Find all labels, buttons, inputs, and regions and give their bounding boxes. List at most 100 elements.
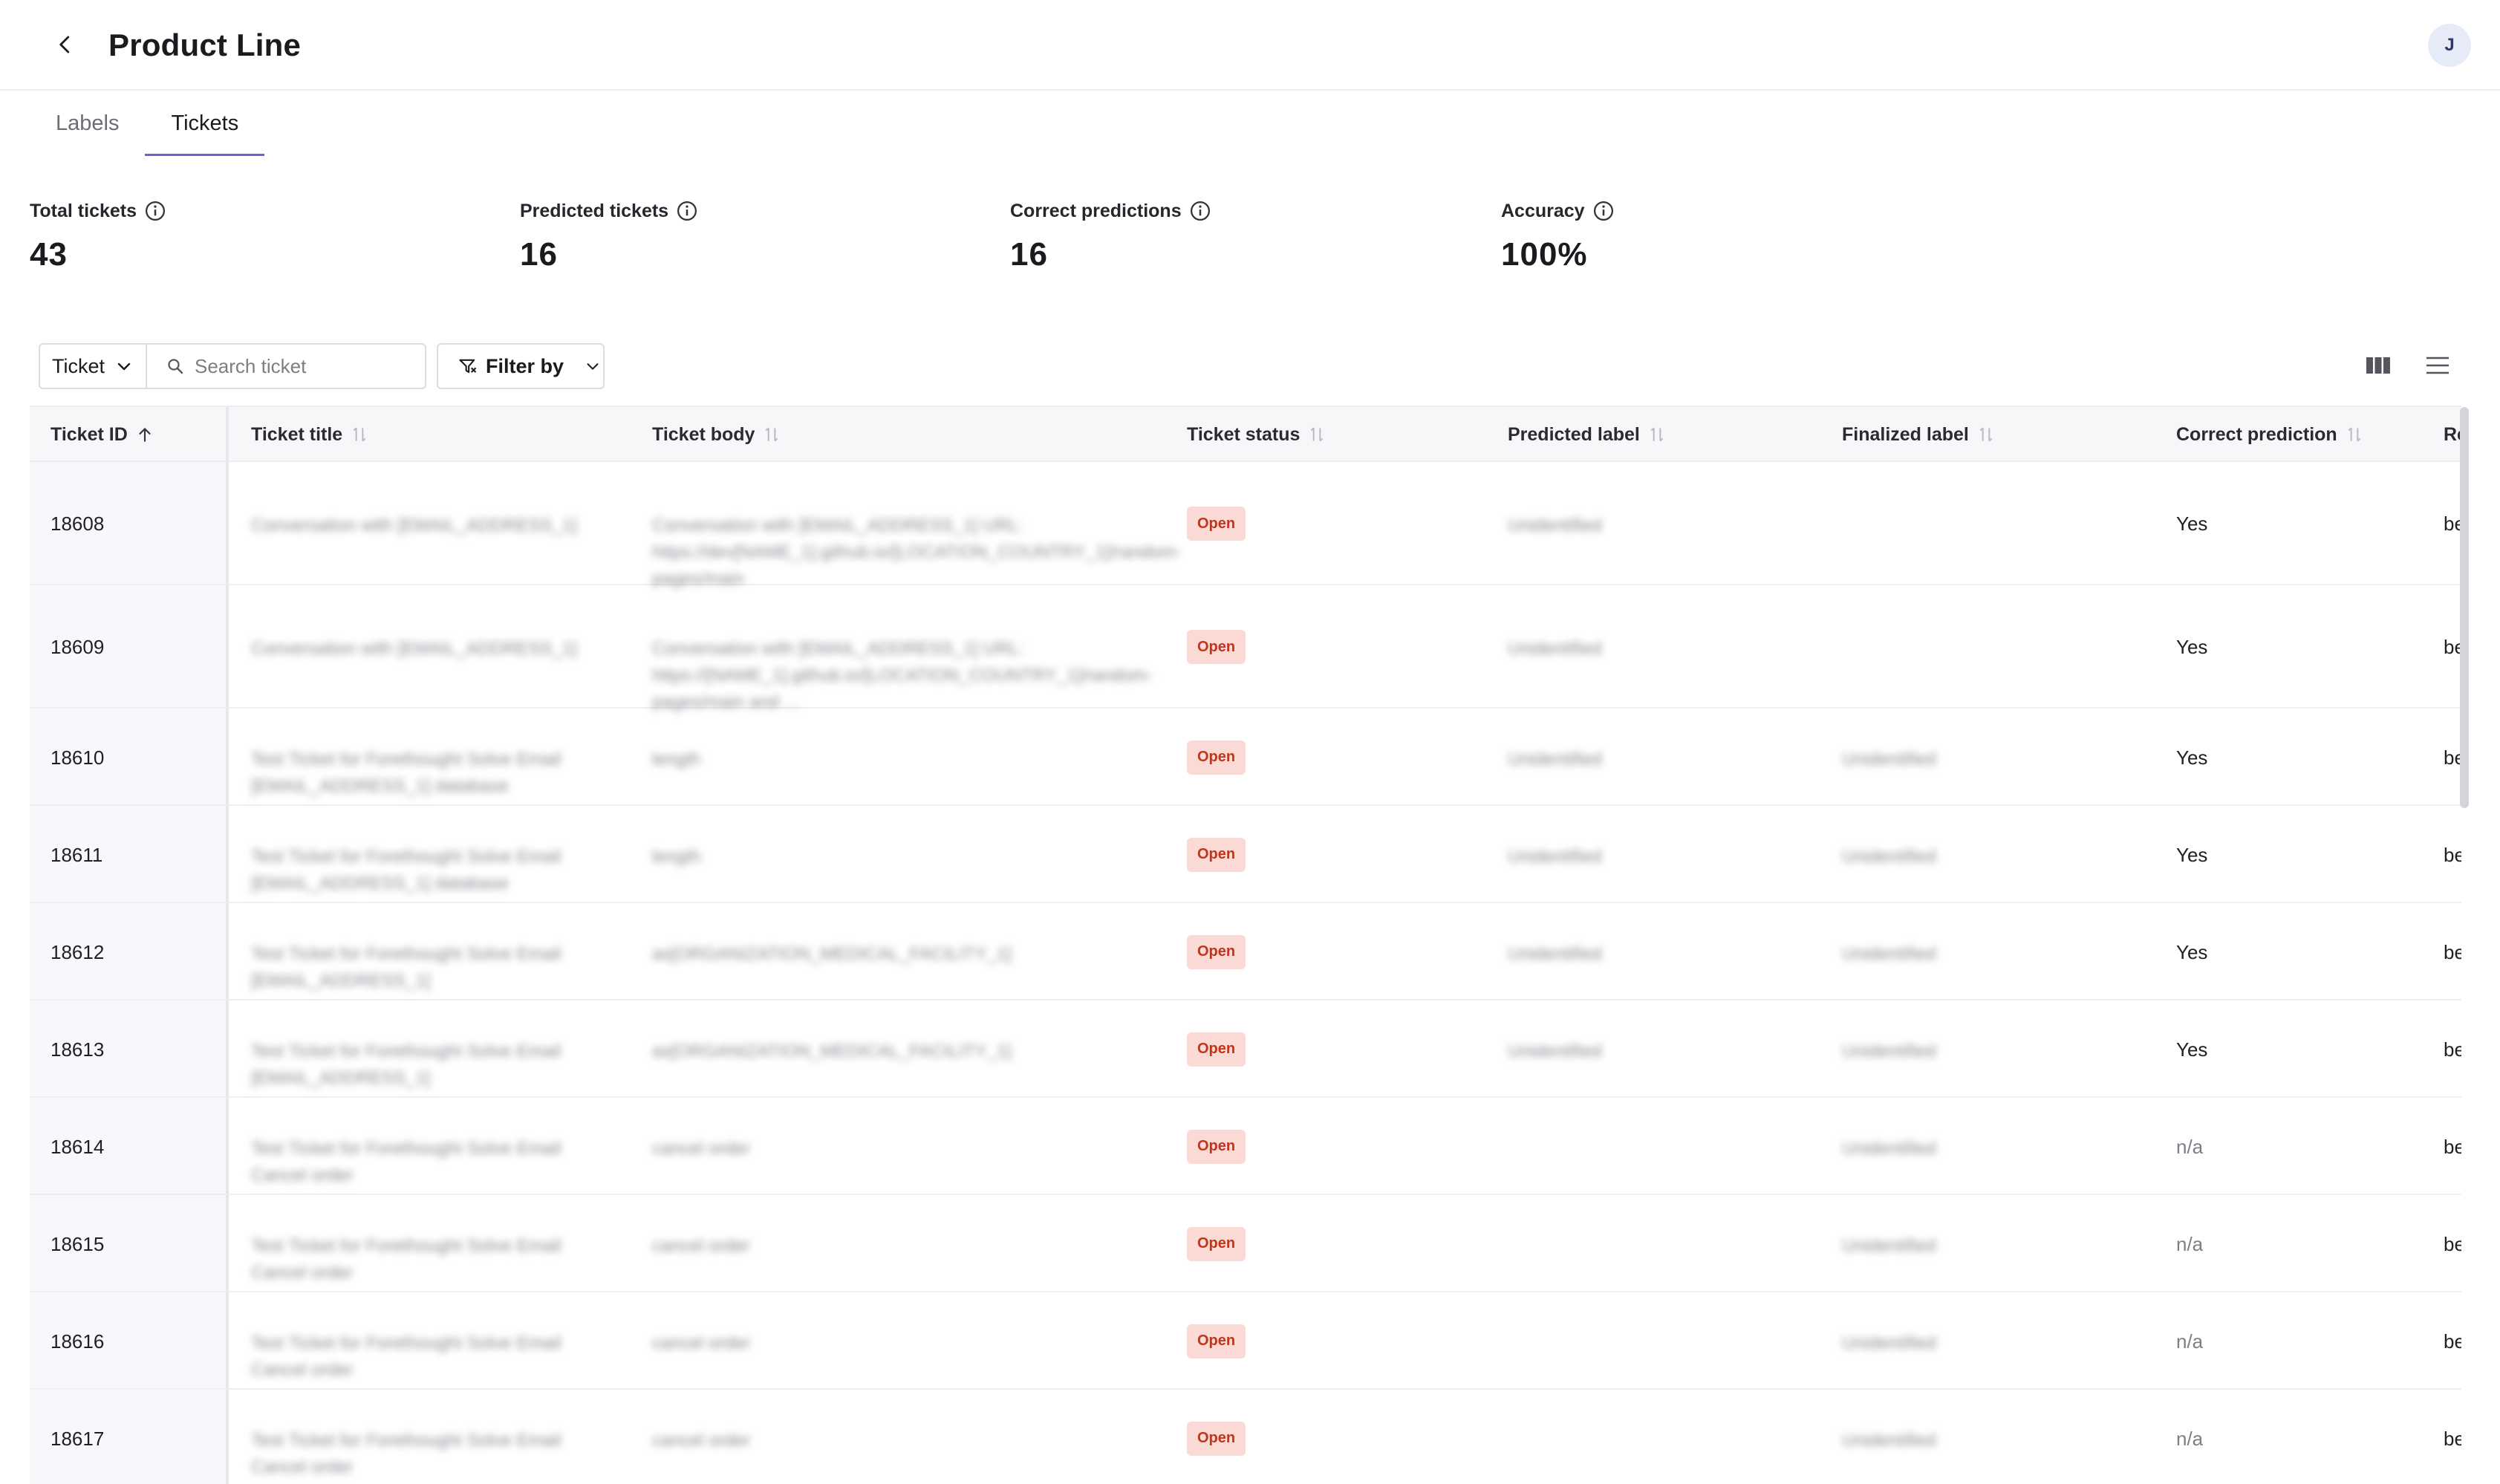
ticket-title: Test Ticket for Forethought Solve Email … bbox=[251, 846, 561, 894]
re-cell: be bbox=[2444, 1038, 2461, 1061]
arrow-up-icon[interactable] bbox=[135, 425, 154, 444]
status-badge: Open bbox=[1187, 630, 1246, 664]
table-row[interactable]: 18615 Test Ticket for Forethought Solve E… bbox=[30, 1195, 2461, 1292]
info-icon[interactable] bbox=[676, 200, 698, 222]
finalized-label: Unidentified bbox=[1842, 1138, 1936, 1159]
sort-icon[interactable] bbox=[2345, 425, 2364, 444]
info-icon[interactable] bbox=[1189, 200, 1211, 222]
table-row[interactable]: 18617 Test Ticket for Forethought Solve E… bbox=[30, 1390, 2461, 1484]
ticket-title: Test Ticket for Forethought Solve Email … bbox=[251, 943, 561, 991]
correct-prediction: Yes bbox=[2176, 843, 2208, 866]
predicted-label: Unidentified bbox=[1508, 515, 1602, 536]
ticket-title: Conversation with [EMAIL_ADDRESS_1] bbox=[251, 515, 577, 536]
ticket-id: 18616 bbox=[51, 1330, 105, 1353]
column-label: Ticket title bbox=[251, 424, 343, 445]
ticket-id: 18615 bbox=[51, 1232, 105, 1255]
status-badge: Open bbox=[1187, 740, 1246, 775]
stat-label: Accuracy bbox=[1501, 200, 1585, 221]
col-correct-prediction-header[interactable]: Correct prediction bbox=[2176, 407, 2364, 462]
avatar[interactable]: J bbox=[2428, 24, 2471, 67]
columns-icon[interactable] bbox=[2362, 349, 2395, 382]
info-icon[interactable] bbox=[144, 200, 166, 222]
sort-icon[interactable] bbox=[1647, 425, 1667, 444]
correct-prediction: n/a bbox=[2176, 1330, 2204, 1353]
predicted-label: Unidentified bbox=[1508, 639, 1602, 659]
ticket-body: cancel order bbox=[652, 1235, 751, 1256]
ticket-title: Test Ticket for Forethought Solve Email … bbox=[251, 749, 561, 796]
stat-value: 16 bbox=[520, 236, 558, 273]
page-title: Product Line bbox=[108, 27, 302, 62]
page-header: Product Line J bbox=[0, 0, 2500, 91]
table-row[interactable]: 18612 Test Ticket for Forethought Solve E… bbox=[30, 903, 2461, 1000]
col-finalized-label-header[interactable]: Finalized label bbox=[1842, 407, 1996, 462]
back-button[interactable] bbox=[48, 27, 83, 62]
table-row[interactable]: 18616 Test Ticket for Forethought Solve E… bbox=[30, 1292, 2461, 1390]
column-label: Ticket status bbox=[1187, 424, 1301, 445]
column-label: Correct prediction bbox=[2176, 424, 2337, 445]
status-badge: Open bbox=[1187, 1129, 1246, 1164]
stat-accuracy: Accuracy 100% bbox=[1501, 196, 1615, 273]
table-row[interactable]: 18614 Test Ticket for Forethought Solve E… bbox=[30, 1098, 2461, 1195]
col-ticket-status-header[interactable]: Ticket status bbox=[1187, 407, 1327, 462]
table-row[interactable]: 18608 Conversation with [EMAIL_ADDRESS_1]… bbox=[30, 462, 2461, 589]
re-cell: be bbox=[2444, 746, 2461, 769]
re-cell: be bbox=[2444, 843, 2461, 866]
finalized-label: Unidentified bbox=[1842, 1235, 1936, 1256]
sort-icon[interactable] bbox=[350, 425, 369, 444]
filter-icon bbox=[459, 359, 477, 374]
table-row[interactable]: 18609 Conversation with [EMAIL_ADDRESS_1]… bbox=[30, 585, 2461, 712]
predicted-label: Unidentified bbox=[1508, 749, 1602, 769]
finalized-label: Unidentified bbox=[1842, 749, 1936, 769]
sort-icon[interactable] bbox=[1307, 425, 1327, 444]
ticket-title: Test Ticket for Forethought Solve Email … bbox=[251, 1041, 561, 1088]
ticket-id: 18611 bbox=[51, 843, 103, 866]
column-label: Ticket body bbox=[652, 424, 755, 445]
col-ticket-title-header[interactable]: Ticket title bbox=[251, 407, 369, 462]
column-label: Predicted label bbox=[1508, 424, 1640, 445]
col-re-header[interactable]: Re bbox=[2444, 407, 2461, 462]
info-icon[interactable] bbox=[1592, 200, 1615, 222]
ticket-body: length bbox=[652, 846, 701, 867]
filter-by-button[interactable]: Filter by bbox=[437, 343, 605, 389]
predicted-label: Unidentified bbox=[1508, 943, 1602, 964]
correct-prediction: n/a bbox=[2176, 1427, 2204, 1450]
table-row[interactable]: 18611 Test Ticket for Forethought Solve E… bbox=[30, 806, 2461, 903]
view-options bbox=[2362, 349, 2454, 382]
ticket-body: cancel order bbox=[652, 1430, 751, 1451]
tab-tickets[interactable]: Tickets bbox=[145, 92, 265, 156]
table-row[interactable]: 18613 Test Ticket for Forethought Solve E… bbox=[30, 1000, 2461, 1098]
re-cell: be bbox=[2444, 1232, 2461, 1255]
filter-label: Filter by bbox=[486, 354, 564, 377]
menu-icon[interactable] bbox=[2421, 349, 2454, 382]
re-cell: be bbox=[2444, 512, 2461, 535]
search-box bbox=[147, 343, 426, 389]
search-field-select[interactable]: Ticket bbox=[39, 343, 147, 389]
status-badge: Open bbox=[1187, 1226, 1246, 1261]
correct-prediction: n/a bbox=[2176, 1232, 2204, 1255]
predicted-label: Unidentified bbox=[1508, 1041, 1602, 1061]
status-badge: Open bbox=[1187, 837, 1246, 872]
predicted-label: Unidentified bbox=[1508, 846, 1602, 867]
tab-labels[interactable]: Labels bbox=[30, 92, 145, 156]
search-input[interactable] bbox=[195, 354, 410, 378]
finalized-label: Unidentified bbox=[1842, 1332, 1936, 1353]
col-predicted-label-header[interactable]: Predicted label bbox=[1508, 407, 1667, 462]
col-ticket-id-header[interactable]: Ticket ID bbox=[51, 407, 154, 462]
correct-prediction: n/a bbox=[2176, 1135, 2204, 1158]
correct-prediction: Yes bbox=[2176, 940, 2208, 963]
re-cell: be bbox=[2444, 1330, 2461, 1353]
ticket-id: 18608 bbox=[51, 512, 105, 535]
status-badge: Open bbox=[1187, 1324, 1246, 1358]
re-cell: be bbox=[2444, 636, 2461, 658]
sort-icon[interactable] bbox=[1976, 425, 1996, 444]
ticket-title: Test Ticket for Forethought Solve Email … bbox=[251, 1235, 561, 1283]
finalized-label: Unidentified bbox=[1842, 943, 1936, 964]
ticket-id: 18609 bbox=[51, 636, 105, 658]
col-ticket-body-header[interactable]: Ticket body bbox=[652, 407, 781, 462]
ticket-body: Conversation with [EMAIL_ADDRESS_1] URL:… bbox=[652, 515, 1182, 589]
table-row[interactable]: 18610 Test Ticket for Forethought Solve E… bbox=[30, 709, 2461, 806]
ticket-body: as[ORGANIZATION_MEDICAL_FACILITY_1] bbox=[652, 1041, 1012, 1061]
sort-icon[interactable] bbox=[762, 425, 781, 444]
table-scrollbar[interactable] bbox=[2460, 407, 2469, 808]
status-badge: Open bbox=[1187, 1032, 1246, 1067]
